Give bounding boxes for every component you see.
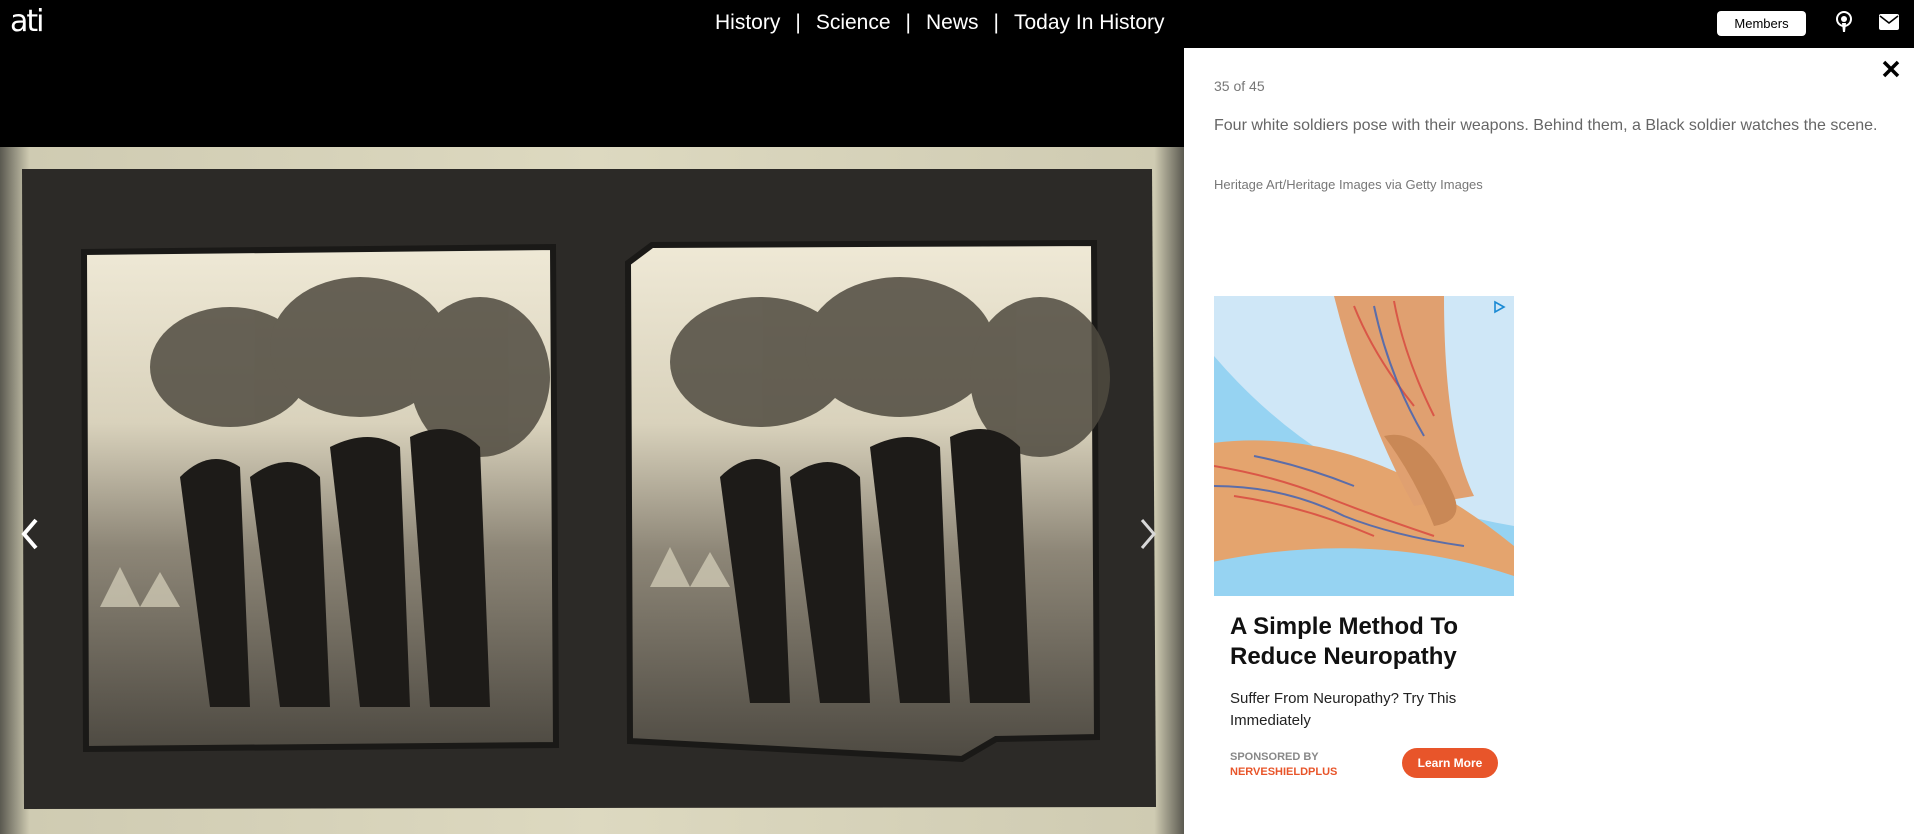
photo-credit: Heritage Art/Heritage Images via Getty I…	[1214, 177, 1483, 192]
nav-separator: |	[905, 11, 911, 34]
nav-item-news[interactable]: News	[926, 10, 979, 36]
nav-separator: |	[795, 11, 801, 34]
sponsor-name[interactable]: NERVESHIELDPLUS	[1230, 765, 1337, 780]
ad-footer: SPONSORED BY NERVESHIELDPLUS Learn More	[1230, 748, 1514, 784]
nav-item-today-in-history[interactable]: Today In History	[1014, 10, 1165, 36]
main-nav: History | Science | News | Today In Hist…	[715, 10, 1165, 36]
chevron-left-icon[interactable]	[18, 514, 42, 554]
podcast-icon[interactable]	[1835, 11, 1853, 33]
mail-icon[interactable]	[1879, 14, 1899, 30]
site-logo[interactable]: ati	[10, 4, 45, 40]
ad-headline[interactable]: A Simple Method To Reduce Neuropathy	[1230, 612, 1500, 672]
ad-illustration	[1214, 296, 1514, 596]
slide-counter: 35 of 45	[1214, 78, 1265, 94]
adchoices-icon[interactable]	[1492, 300, 1506, 314]
stereograph-photo	[0, 147, 1184, 834]
gallery-viewer	[0, 48, 1184, 834]
nav-separator: |	[993, 11, 999, 34]
chevron-right-icon[interactable]	[1136, 514, 1160, 554]
slide-caption: Four white soldiers pose with their weap…	[1214, 117, 1878, 134]
ad-description: Suffer From Neuropathy? Try This Immedia…	[1230, 690, 1457, 729]
nav-item-history[interactable]: History	[715, 10, 780, 36]
nav-item-science[interactable]: Science	[816, 10, 891, 36]
close-icon[interactable]	[1880, 58, 1902, 80]
learn-more-button[interactable]: Learn More	[1402, 748, 1498, 778]
members-button[interactable]: Members	[1717, 11, 1806, 36]
sponsored-label: SPONSORED BY	[1230, 751, 1319, 763]
ad-image[interactable]	[1214, 296, 1514, 596]
sponsored-ad[interactable]: A Simple Method To Reduce Neuropathy Suf…	[1214, 296, 1514, 784]
top-navigation-bar: ati History | Science | News | Today In …	[0, 0, 1914, 48]
